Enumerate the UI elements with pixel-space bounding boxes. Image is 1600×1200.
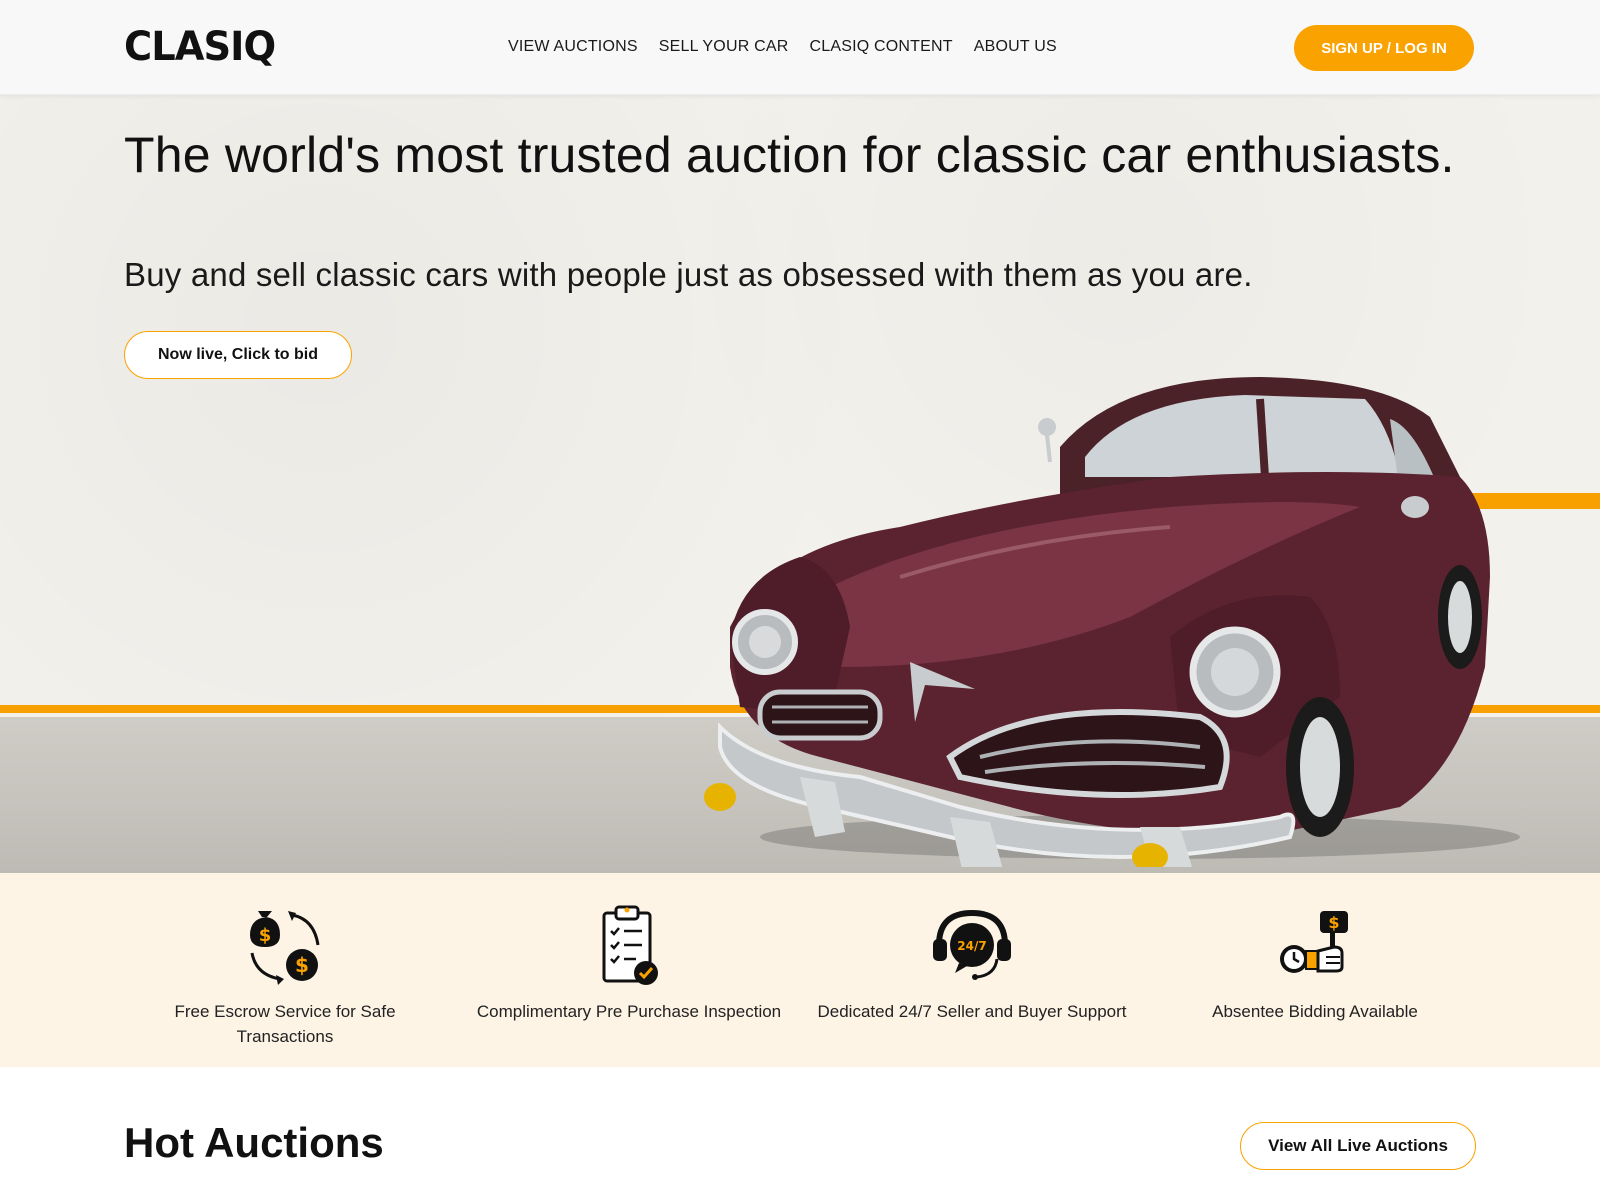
feature-label: Dedicated 24/7 Seller and Buyer Support (817, 1002, 1127, 1021)
hero-subtitle: Buy and sell classic cars with people ju… (124, 256, 1253, 293)
nav-clasiq-content[interactable]: CLASIQ CONTENT (810, 38, 953, 56)
svg-text:24/7: 24/7 (957, 939, 986, 953)
feature-label: Free Escrow Service for Safe Transaction… (174, 1002, 396, 1046)
absentee-bid-icon: $ (1280, 911, 1348, 973)
checklist-icon (602, 905, 658, 985)
feature-inspection: Complimentary Pre Purchase Inspection (469, 901, 789, 1024)
signup-login-button[interactable]: SIGN UP / LOG IN (1294, 25, 1474, 71)
view-all-live-auctions-button[interactable]: View All Live Auctions (1240, 1122, 1476, 1170)
hero-section: The world's most trusted auction for cla… (0, 95, 1600, 873)
svg-text:$: $ (1328, 913, 1339, 932)
svg-text:$: $ (295, 953, 309, 977)
feature-label: Absentee Bidding Available (1212, 1002, 1418, 1021)
hero-title: The world's most trusted auction for cla… (124, 127, 1455, 183)
feature-escrow: $ $ Free Escrow Service for Safe Transac… (125, 901, 445, 1049)
feature-support: 24/7 Dedicated 24/7 Seller and Buyer Sup… (812, 901, 1132, 1024)
money-exchange-icon: $ $ (250, 911, 320, 985)
site-header: CLASIQ VIEW AUCTIONS SELL YOUR CAR CLASI… (0, 0, 1600, 95)
main-nav: VIEW AUCTIONS SELL YOUR CAR CLASIQ CONTE… (508, 38, 1057, 56)
feature-label: Complimentary Pre Purchase Inspection (476, 1002, 782, 1021)
features-band: $ $ Free Escrow Service for Safe Transac… (0, 873, 1600, 1067)
now-live-bid-button[interactable]: Now live, Click to bid (124, 331, 352, 379)
nav-sell-your-car[interactable]: SELL YOUR CAR (659, 38, 789, 56)
svg-text:$: $ (259, 925, 272, 946)
hot-auctions-title: Hot Auctions (124, 1119, 384, 1166)
feature-absentee: $ Absentee Bidding Available (1155, 901, 1475, 1024)
nav-about-us[interactable]: ABOUT US (974, 38, 1057, 56)
clasiq-logo[interactable]: CLASIQ (124, 24, 276, 70)
classic-car-image (704, 377, 1520, 867)
support-24-7-icon: 24/7 (933, 909, 1011, 980)
nav-view-auctions[interactable]: VIEW AUCTIONS (508, 38, 638, 56)
